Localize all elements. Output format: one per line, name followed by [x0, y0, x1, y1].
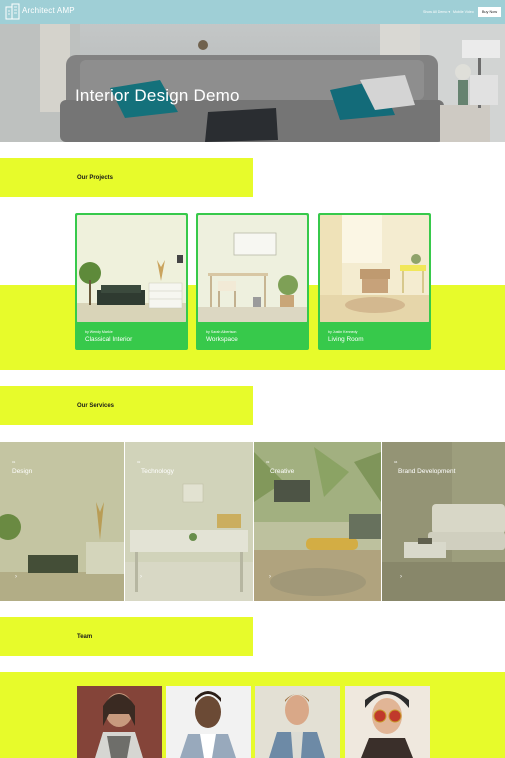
- project-name: Workspace: [206, 336, 238, 343]
- services-section-title: Our Services: [77, 403, 115, 409]
- chevron-right-icon[interactable]: ›: [140, 574, 142, 580]
- project-author: by Wendy Markie: [85, 330, 113, 334]
- service-title: Technology: [141, 468, 174, 475]
- service-tile-brand-development[interactable]: 04 Brand Development ›: [382, 442, 505, 601]
- project-card-living-room[interactable]: by Justin Kennedy Living Room: [318, 213, 431, 350]
- service-title: Design: [12, 468, 33, 475]
- team-section-band: [0, 617, 253, 656]
- hero-title: Interior Design Demo: [75, 86, 240, 105]
- service-number: 04: [394, 460, 398, 464]
- project-card-classical-interior[interactable]: by Wendy Markie Classical Interior: [75, 213, 188, 350]
- team-member-photo[interactable]: [166, 686, 251, 758]
- projects-section-band: [0, 158, 253, 197]
- project-image: [320, 215, 429, 322]
- chevron-right-icon[interactable]: ›: [15, 574, 17, 580]
- project-image: [77, 215, 186, 322]
- services-section-band: [0, 386, 253, 425]
- service-number: 01: [12, 460, 16, 464]
- nav-show-all-demo[interactable]: Show All Demo ▾: [423, 10, 450, 14]
- buy-now-button[interactable]: Buy Now: [478, 7, 501, 17]
- project-author: by Sarah Albertson: [206, 330, 237, 334]
- project-card-workspace[interactable]: by Sarah Albertson Workspace: [196, 213, 309, 350]
- top-navigation-bar: Architect AMP Show All Demo ▾ Mobile Vid…: [0, 0, 505, 24]
- service-title: Brand Development: [398, 468, 456, 475]
- projects-section-title: Our Projects: [77, 175, 114, 181]
- service-number: 03: [266, 460, 270, 464]
- chevron-right-icon[interactable]: ›: [269, 574, 271, 580]
- service-tile-creative[interactable]: 03 Creative ›: [254, 442, 381, 601]
- team-member-photo[interactable]: [255, 686, 340, 758]
- team-member-photo[interactable]: [77, 686, 162, 758]
- project-name: Classical Interior: [85, 336, 133, 343]
- nav-mobile-video[interactable]: Mobile Video: [453, 10, 474, 14]
- project-name: Living Room: [328, 336, 364, 343]
- project-author: by Justin Kennedy: [328, 330, 358, 334]
- project-image: [198, 215, 307, 322]
- service-tile-design[interactable]: 01 Design ›: [0, 442, 124, 601]
- service-title: Creative: [270, 468, 295, 475]
- brand-name[interactable]: Architect AMP: [22, 6, 75, 15]
- service-tile-technology[interactable]: 02 Technology ›: [125, 442, 253, 601]
- chevron-right-icon[interactable]: ›: [400, 574, 402, 580]
- services-grid: 01 Design › 02 Technology › 03 Creative …: [0, 442, 505, 601]
- team-section-title: Team: [77, 634, 93, 640]
- building-logo-icon[interactable]: [5, 3, 20, 20]
- service-number: 02: [137, 460, 141, 464]
- team-member-photo[interactable]: [345, 686, 430, 758]
